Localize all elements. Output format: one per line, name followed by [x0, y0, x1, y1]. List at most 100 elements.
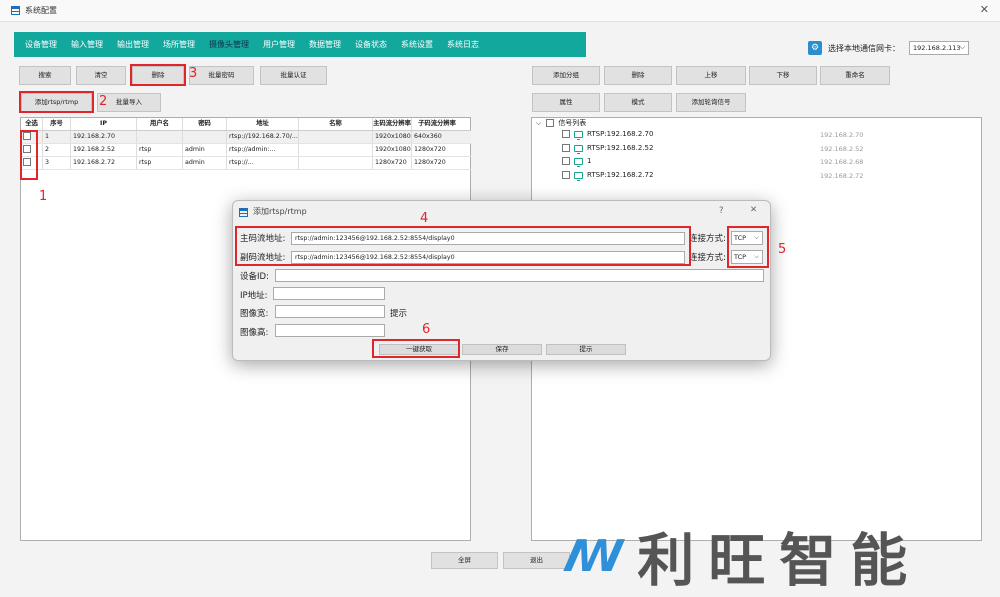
annotation-box-connection — [727, 226, 769, 268]
rename-button[interactable]: 重命名 — [820, 66, 890, 85]
tab-venue-management[interactable]: 场所管理 — [156, 32, 202, 57]
tree-item-label: RTSP:192.168.2.70 — [587, 130, 654, 138]
batch-auth-button[interactable]: 批量认证 — [260, 66, 327, 85]
row-ip: 192.168.2.52 — [71, 144, 137, 156]
dialog-close-icon[interactable]: ✕ — [750, 205, 757, 215]
move-up-button[interactable]: 上移 — [676, 66, 746, 85]
col-ip: IP — [71, 118, 137, 130]
tree-item-checkbox[interactable] — [562, 157, 570, 165]
row-name — [299, 144, 373, 156]
tab-camera-management[interactable]: 摄像头管理 — [202, 32, 256, 57]
brand-watermark: ꟿ 利旺智能 — [565, 515, 921, 597]
col-address: 地址 — [227, 118, 299, 130]
tab-user-management[interactable]: 用户管理 — [256, 32, 302, 57]
fullscreen-button[interactable]: 全屏 — [431, 552, 498, 569]
properties-button[interactable]: 属性 — [532, 93, 600, 112]
hint-button[interactable]: 提示 — [546, 344, 626, 355]
tree-item[interactable]: RTSP:192.168.2.72 — [562, 171, 653, 181]
tab-device-status[interactable]: 设备状态 — [348, 32, 394, 57]
clear-button[interactable]: 清空 — [76, 66, 126, 85]
row-user: rtsp — [137, 157, 183, 169]
row-no: 3 — [43, 157, 71, 169]
tab-device-management[interactable]: 设备管理 — [18, 32, 64, 57]
move-down-button[interactable]: 下移 — [749, 66, 817, 85]
main-tab-bar: 设备管理 输入管理 输出管理 场所管理 摄像头管理 用户管理 数据管理 设备状态… — [14, 32, 586, 57]
col-pass: 密码 — [183, 118, 227, 130]
row-sub-res: 640x360 — [414, 133, 442, 140]
row-name — [299, 131, 373, 143]
annotation-box-delete — [130, 64, 186, 86]
add-rtsp-dialog: 添加rtsp/rtmp ? ✕ 主码流地址: rtsp://admin:1234… — [232, 200, 771, 361]
tab-output-management[interactable]: 输出管理 — [110, 32, 156, 57]
mode-button[interactable]: 模式 — [604, 93, 672, 112]
row-name — [299, 157, 373, 169]
row-user — [137, 131, 183, 143]
app-icon — [11, 6, 20, 15]
row-address: rtsp://admin:... — [227, 144, 299, 156]
tab-system-settings[interactable]: 系统设置 — [394, 32, 440, 57]
row-main-res: 1920x1080 — [373, 144, 412, 156]
tree-item[interactable]: 1 — [562, 157, 592, 167]
row-ip: 192.168.2.70 — [71, 131, 137, 143]
monitor-icon — [574, 157, 583, 167]
device-id-input[interactable] — [275, 269, 764, 282]
tree-root-label: 信号列表 — [558, 119, 587, 127]
table-row[interactable]: 2 192.168.2.52 rtsp admin rtsp://admin:.… — [21, 144, 471, 157]
exit-button[interactable]: 退出 — [503, 552, 570, 569]
row-user: rtsp — [137, 144, 183, 156]
tree-item[interactable]: RTSP:192.168.2.52 — [562, 144, 654, 154]
row-sub-res: 1280x720 — [414, 146, 446, 153]
save-button[interactable]: 保存 — [462, 344, 542, 355]
ip-address-input[interactable] — [273, 287, 385, 300]
add-group-button[interactable]: 添加分组 — [532, 66, 600, 85]
camera-table: 全选 序号 IP 用户名 密码 地址 名称 主码流分辨率 子码流分辨率 1 19… — [21, 118, 471, 170]
search-button[interactable]: 搜索 — [19, 66, 71, 85]
tree-delete-button[interactable]: 删除 — [604, 66, 672, 85]
tab-data-management[interactable]: 数据管理 — [302, 32, 348, 57]
annotation-number-6: 6 — [422, 322, 431, 337]
annotation-number-3: 3 — [189, 66, 198, 81]
tree-item-ip: 192.168.2.72 — [820, 172, 864, 180]
image-height-label: 图像高: — [240, 328, 269, 338]
row-address: rtsp://192.168.2.70/... — [227, 131, 299, 143]
tree-item[interactable]: RTSP:192.168.2.70 — [562, 130, 654, 140]
monitor-icon — [574, 171, 583, 181]
tree-item-checkbox[interactable] — [562, 130, 570, 138]
window-title: 系统配置 — [25, 6, 57, 15]
row-sub-res: 1280x720 — [414, 159, 446, 166]
gear-icon[interactable]: ⚙ — [808, 41, 822, 55]
ip-address-label: IP地址: — [240, 291, 268, 301]
annotation-box-fetch — [372, 339, 460, 358]
table-row[interactable]: 1 192.168.2.70 rtsp://192.168.2.70/... 1… — [21, 131, 471, 144]
chevron-down-icon[interactable]: ⌵ — [536, 119, 541, 128]
col-select-all[interactable]: 全选 — [21, 118, 43, 130]
annotation-number-1: 1 — [39, 189, 48, 204]
tree-item-ip: 192.168.2.70 — [820, 131, 864, 139]
batch-password-button[interactable]: 批量密码 — [189, 66, 254, 85]
add-poll-signal-button[interactable]: 添加轮询信号 — [676, 93, 746, 112]
close-icon[interactable]: ✕ — [980, 3, 989, 16]
image-height-input[interactable] — [275, 324, 385, 337]
tree-root[interactable]: ⌵ 信号列表 — [536, 118, 586, 128]
dialog-app-icon — [239, 208, 248, 217]
nic-selector: ⚙ 选择本地通信网卡： 192.168.2.113 — [808, 41, 969, 55]
image-width-input[interactable] — [275, 305, 385, 318]
monitor-icon — [574, 130, 583, 140]
monitor-icon — [574, 144, 583, 154]
annotation-number-5: 5 — [778, 242, 787, 257]
help-icon[interactable]: ? — [719, 206, 724, 216]
tree-item-checkbox[interactable] — [562, 144, 570, 152]
tree-item-checkbox[interactable] — [562, 171, 570, 179]
tree-root-checkbox[interactable] — [546, 119, 555, 127]
sub-conn-label: 连接方式: — [689, 253, 726, 263]
tab-system-log[interactable]: 系统日志 — [440, 32, 486, 57]
annotation-number-4: 4 — [420, 211, 429, 226]
col-main-res: 主码流分辨率 — [373, 118, 412, 130]
nic-dropdown[interactable]: 192.168.2.113 — [909, 41, 969, 55]
table-row[interactable]: 3 192.168.2.72 rtsp admin rtsp://... 128… — [21, 157, 471, 170]
tab-input-management[interactable]: 输入管理 — [64, 32, 110, 57]
col-sub-res: 子码流分辨率 — [418, 120, 456, 127]
tree-item-label: 1 — [587, 157, 592, 165]
row-address: rtsp://... — [227, 157, 299, 169]
tree-item-label: RTSP:192.168.2.52 — [587, 144, 654, 152]
